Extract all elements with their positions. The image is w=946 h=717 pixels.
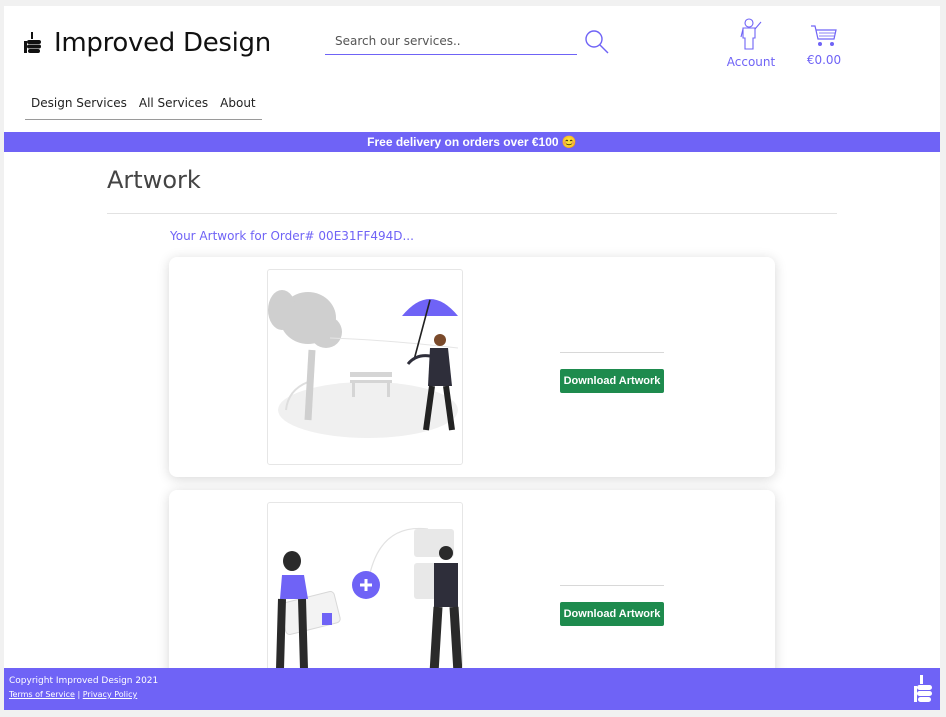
order-link[interactable]: Your Artwork for Order# 00E31FF494D... xyxy=(170,229,414,243)
copyright-text: Copyright Improved Design 2021 xyxy=(9,676,159,686)
cart-icon xyxy=(811,25,837,46)
account-label: Account xyxy=(726,55,776,69)
thumbs-up-icon xyxy=(914,675,932,702)
card-divider xyxy=(560,585,664,586)
search-icon[interactable] xyxy=(583,28,611,56)
divider xyxy=(107,213,837,214)
privacy-policy-link[interactable]: Privacy Policy xyxy=(83,690,138,699)
main-nav: Design Services All Services About xyxy=(25,90,262,120)
person-icon xyxy=(740,18,762,50)
nav-design-services[interactable]: Design Services xyxy=(25,90,133,119)
artwork-card: Download Artwork xyxy=(169,257,775,477)
nav-all-services[interactable]: All Services xyxy=(133,90,214,119)
terms-of-service-link[interactable]: Terms of Service xyxy=(9,690,75,699)
nav-about[interactable]: About xyxy=(214,90,261,119)
footer-links: Terms of Service | Privacy Policy xyxy=(9,690,137,699)
artwork-thumbnail[interactable] xyxy=(267,269,463,465)
umbrella-park-illustration xyxy=(268,290,459,438)
search-input[interactable] xyxy=(325,30,575,52)
page-title: Artwork xyxy=(107,166,201,194)
download-artwork-button[interactable]: Download Artwork xyxy=(560,369,664,393)
footer: Copyright Improved Design 2021 Terms of … xyxy=(4,668,940,710)
cart-link[interactable]: €0.00 xyxy=(802,24,846,67)
download-artwork-button[interactable]: Download Artwork xyxy=(560,602,664,626)
page: Improved Design Account €0.00 Design Ser… xyxy=(4,6,940,710)
brand-name: Improved Design xyxy=(54,28,271,58)
search-bar xyxy=(325,30,577,55)
brand[interactable]: Improved Design xyxy=(24,28,271,58)
account-link[interactable]: Account xyxy=(720,18,782,69)
cart-total: €0.00 xyxy=(806,53,842,67)
promo-banner: Free delivery on orders over €100 😊 xyxy=(4,132,940,152)
footer-separator: | xyxy=(77,690,81,699)
thumbs-up-icon xyxy=(24,32,41,53)
card-divider xyxy=(560,352,664,353)
